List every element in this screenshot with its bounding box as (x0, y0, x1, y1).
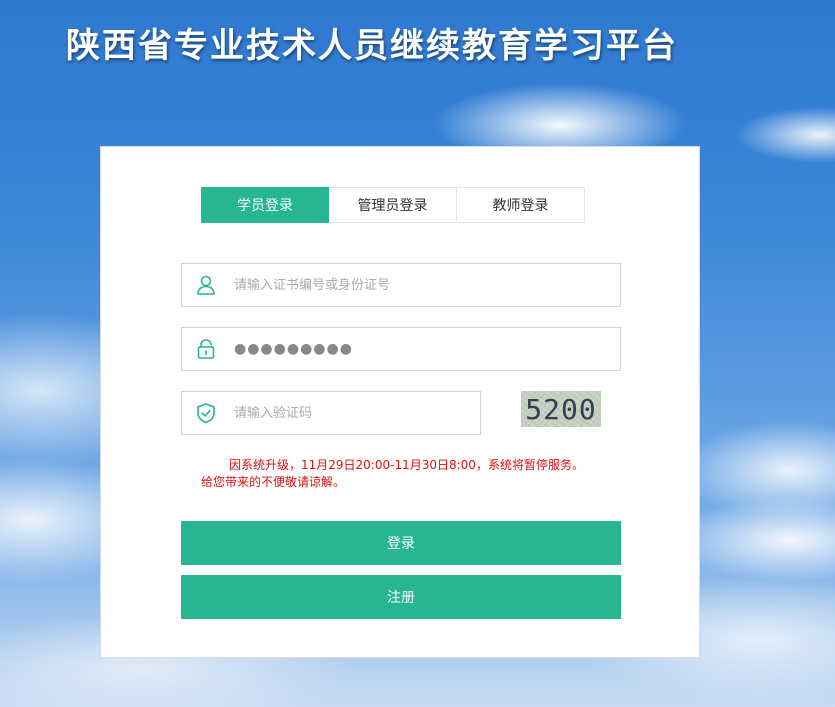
password-field (181, 327, 621, 371)
register-button[interactable]: 注册 (181, 575, 621, 619)
maintenance-notice: 因系统升级，11月29日20:00-11月30日8:00，系统将暂停服务。 给您… (201, 457, 621, 491)
username-field (181, 263, 621, 307)
site-title: 陕西省专业技术人员继续教育学习平台 (66, 26, 678, 66)
tab-teacher-login[interactable]: 教师登录 (457, 187, 585, 223)
captcha-input[interactable] (230, 393, 480, 433)
login-panel: 学员登录 管理员登录 教师登录 请输入证书编号或身份证号 ●●●●●●●●● 请… (100, 146, 700, 658)
lock-icon (182, 328, 230, 370)
captcha-image[interactable]: 5200 (521, 391, 601, 427)
password-input[interactable] (230, 329, 620, 369)
notice-line-1: 因系统升级，11月29日20:00-11月30日8:00，系统将暂停服务。 (229, 458, 584, 472)
login-button[interactable]: 登录 (181, 521, 621, 565)
tab-student-login[interactable]: 学员登录 (201, 187, 329, 223)
shield-check-icon (182, 392, 230, 434)
tab-admin-login[interactable]: 管理员登录 (329, 187, 457, 223)
username-input[interactable] (230, 265, 620, 305)
notice-line-2: 给您带来的不便敬请谅解。 (201, 475, 346, 489)
login-role-tabs: 学员登录 管理员登录 教师登录 (201, 187, 585, 223)
user-icon (182, 264, 230, 306)
captcha-field (181, 391, 481, 435)
